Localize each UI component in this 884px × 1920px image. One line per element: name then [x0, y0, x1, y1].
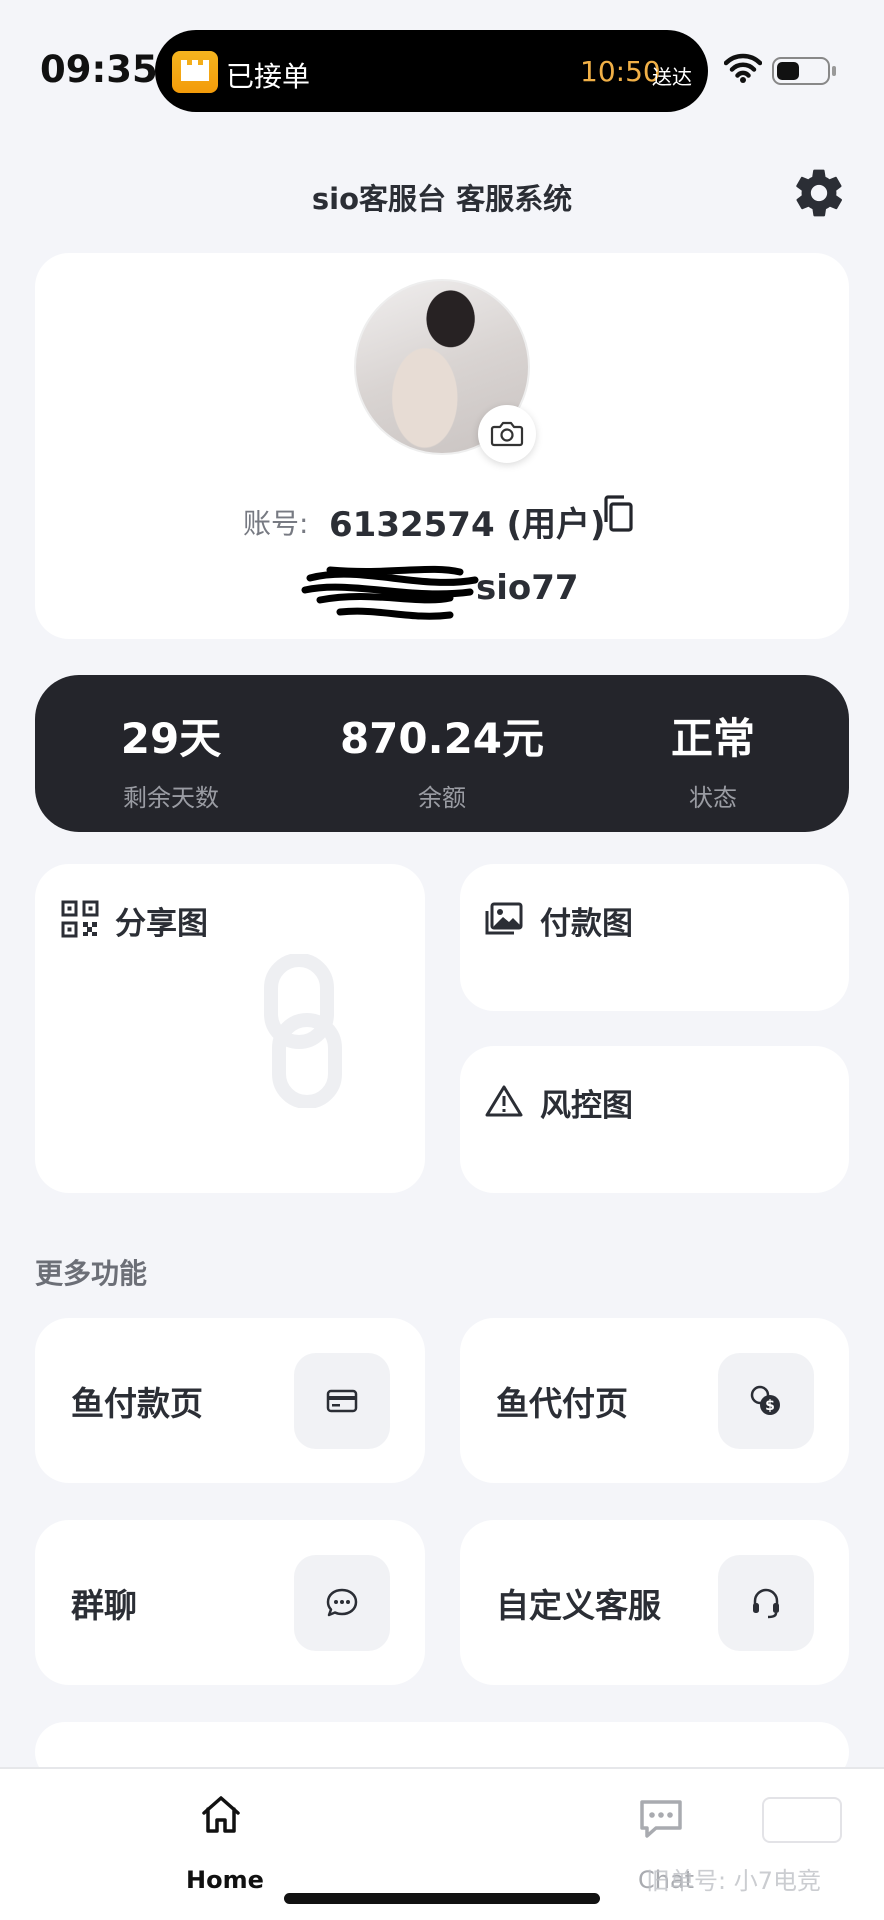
stat-label: 剩余天数: [123, 784, 219, 812]
stat-label: 状态: [689, 784, 737, 812]
risk-control-title: 风控图: [540, 1088, 633, 1124]
watermark-logo: [762, 1797, 842, 1843]
stat-value: 29天: [120, 714, 222, 763]
tile-label: 群聊: [71, 1585, 137, 1625]
tile-label: 鱼付款页: [71, 1383, 203, 1423]
image-icon: [485, 902, 523, 940]
home-indicator: [284, 1893, 600, 1904]
warning-icon: [485, 1084, 523, 1122]
island-order-status: 已接单: [226, 60, 311, 93]
tab-home[interactable]: Home: [186, 1866, 264, 1894]
tile-label: 鱼代付页: [496, 1383, 628, 1423]
status-time: 09:35: [40, 48, 158, 91]
stats-bar: 29天 剩余天数 870.24元 余额 正常 状态: [35, 675, 849, 832]
share-image-title: 分享图: [115, 906, 208, 942]
gear-icon[interactable]: [791, 165, 847, 225]
custom-service-tile[interactable]: 自定义客服: [460, 1520, 849, 1685]
delivery-app-icon: [172, 51, 218, 93]
chat-bubble-icon: [294, 1555, 390, 1651]
stat-value: 正常: [670, 714, 755, 763]
qr-code-icon: [61, 900, 99, 942]
group-chat-tile[interactable]: 群聊: [35, 1520, 425, 1685]
card-icon: [294, 1353, 390, 1449]
copy-icon[interactable]: [602, 494, 636, 538]
fish-proxy-payment-tile[interactable]: 鱼代付页 $: [460, 1318, 849, 1483]
page-title: sio客服台 客服系统: [311, 182, 573, 216]
stat-label: 余额: [418, 784, 466, 812]
chat-icon[interactable]: [638, 1798, 684, 1844]
stat-remaining-days: 29天 剩余天数: [35, 675, 307, 813]
section-title-more: 更多功能: [35, 1257, 148, 1290]
redaction-scribble: [301, 565, 479, 620]
account-label: 账号:: [243, 507, 309, 540]
wifi-icon: [723, 52, 763, 88]
stat-value: 870.24元: [339, 714, 545, 763]
home-icon[interactable]: [200, 1794, 242, 1838]
payment-image-title: 付款图: [540, 906, 633, 942]
nickname: sio77: [476, 568, 579, 608]
battery-cap: [832, 66, 836, 76]
battery-icon: [772, 57, 830, 85]
island-delivery-label: 送达: [652, 65, 692, 89]
watermark-text: 旧单号: 小7电竞: [646, 1867, 821, 1895]
account-value: 6132574 (用户): [329, 505, 606, 545]
camera-icon[interactable]: [478, 405, 536, 463]
headset-icon: [718, 1555, 814, 1651]
payment-image-card[interactable]: 付款图: [460, 864, 849, 1011]
island-delivery-time: 10:50: [580, 55, 661, 88]
risk-control-card[interactable]: 风控图: [460, 1046, 849, 1193]
stat-balance: 870.24元 余额: [306, 675, 578, 813]
link-icon: [261, 953, 345, 1112]
fish-payment-page-tile[interactable]: 鱼付款页: [35, 1318, 425, 1483]
share-image-card[interactable]: 分享图: [35, 864, 425, 1193]
coins-icon: $: [718, 1353, 814, 1449]
stat-status: 正常 状态: [577, 675, 849, 813]
svg-text:$: $: [765, 1398, 775, 1414]
tile-label: 自定义客服: [496, 1585, 661, 1625]
